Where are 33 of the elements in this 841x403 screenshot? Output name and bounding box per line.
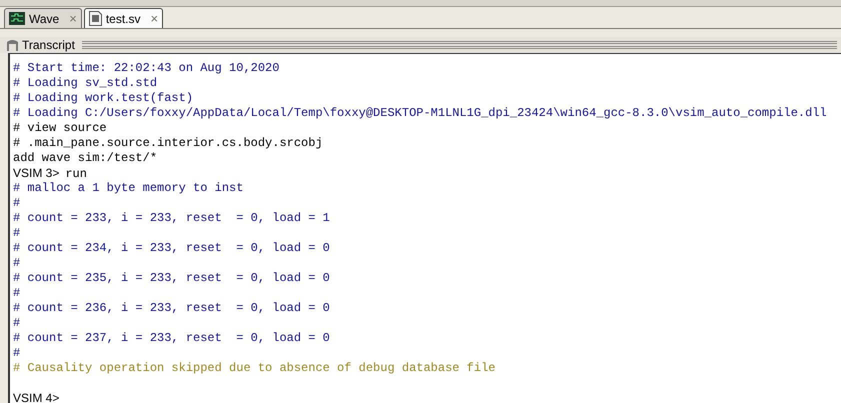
command-text: run [65,167,87,182]
tab[interactable]: Wave × [4,8,82,28]
document-icon [88,11,102,26]
log-line: # [13,256,20,271]
close-button[interactable]: × [150,8,158,28]
log-line: # [13,286,20,301]
log-line: # count = 237, i = 233, reset = 0, load = 0 [13,331,330,346]
tab-label: Wave [29,10,60,28]
log-line: # count = 233, i = 233, reset = 0, load = 1 [13,211,330,226]
log-line: # count = 235, i = 233, reset = 0, load = 0 [13,271,330,286]
warning-line: # Causality operation skipped due to absence of debug database file [13,361,496,376]
log-line: # Loading work.test(fast) [13,91,194,106]
log-line: # Loading sv_std.std [13,76,158,91]
log-line: # [13,346,20,361]
tab-label: test.sv [106,10,141,28]
log-line: # count = 236, i = 233, reset = 0, load = 0 [13,301,330,316]
log-line: # [13,196,20,211]
waveform-window-icon [9,12,25,25]
log-line: # malloc a 1 byte memory to inst [13,181,244,196]
log-line: # Loading C:/Users/foxxy/AppData/Local/Temp\foxxy@DESKTOP-M1LNL1G_dpi_23424\win64_gcc-8.3.0\vsim_auto_compile.dll [13,106,827,121]
log-line: # count = 234, i = 233, reset = 0, load = 0 [13,241,330,256]
log-line: # .main_pane.source.interior.cs.body.srcobj [13,136,323,151]
command-prompt: VSIM 4> [13,391,60,403]
log-line: # [13,316,20,331]
log-line: # Start time: 22:02:43 on Aug 10,2020 [13,61,280,76]
log-line: # [13,226,20,241]
pane-drag-handle[interactable] [82,41,837,49]
pane-title: Transcript [22,37,75,54]
pane-icon [6,39,19,51]
log-line: # view source [13,121,107,136]
command-prompt: VSIM 3> [13,166,60,181]
tab[interactable]: test.sv × [84,8,164,28]
log-line: add wave sim:/test/* [13,151,158,166]
